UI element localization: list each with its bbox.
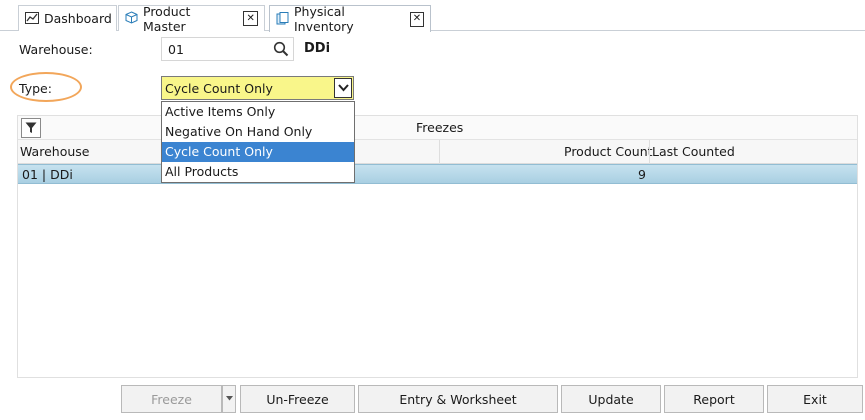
cube-icon <box>125 11 138 26</box>
cell-product-count: 9 <box>638 167 646 182</box>
grid-toolbar: Freezes <box>18 116 857 140</box>
freezes-grid: Freezes Warehouse Product Count Last Cou… <box>17 115 858 378</box>
table-row[interactable]: 01 | DDi 9 <box>18 164 857 184</box>
chevron-down-icon <box>225 394 233 404</box>
type-select-value: Cycle Count Only <box>165 80 273 96</box>
cell-warehouse: 01 | DDi <box>22 167 73 182</box>
column-separator <box>439 140 440 164</box>
freeze-dropdown-button[interactable] <box>222 385 236 413</box>
filter-icon[interactable] <box>21 118 41 138</box>
close-icon[interactable]: ✕ <box>243 11 258 26</box>
entry-worksheet-button[interactable]: Entry & Worksheet <box>358 385 558 413</box>
type-label: Type: <box>19 81 52 96</box>
freeze-button[interactable]: Freeze <box>121 385 222 413</box>
column-header-last-counted[interactable]: Last Counted <box>652 144 735 159</box>
column-header-product-count[interactable]: Product Count <box>564 144 653 159</box>
chevron-down-icon[interactable] <box>334 78 352 98</box>
dropdown-option-active-items-only[interactable]: Active Items Only <box>162 102 354 122</box>
search-icon[interactable] <box>269 37 293 61</box>
unfreeze-button[interactable]: Un-Freeze <box>240 385 355 413</box>
report-button[interactable]: Report <box>664 385 764 413</box>
dashboard-icon <box>25 11 39 26</box>
tab-label: Dashboard <box>44 11 112 26</box>
tab-label: Product Master <box>143 3 191 34</box>
warehouse-label: Warehouse: <box>19 42 93 57</box>
tab-dashboard[interactable]: Dashboard <box>18 5 117 31</box>
grid-title: Freezes <box>416 120 464 135</box>
dropdown-option-all-products[interactable]: All Products <box>162 162 354 182</box>
column-separator <box>649 140 650 164</box>
tab-physical-inventory[interactable]: Physical Inventory ✕ <box>269 4 431 34</box>
tab-product-master[interactable]: Product Master ✕ <box>118 3 265 34</box>
grid-header: Warehouse Product Count Last Counted <box>18 140 857 164</box>
dropdown-option-negative-on-hand-only[interactable]: Negative On Hand Only <box>162 122 354 142</box>
close-icon[interactable]: ✕ <box>409 11 424 27</box>
type-dropdown-list: Active Items Only Negative On Hand Only … <box>161 101 355 183</box>
exit-button[interactable]: Exit <box>767 385 863 413</box>
tab-strip: Dashboard Product Master ✕ Physical Inve… <box>0 0 865 34</box>
warehouse-value: 01 <box>168 41 184 57</box>
type-select[interactable]: Cycle Count Only <box>161 76 354 100</box>
update-button[interactable]: Update <box>561 385 661 413</box>
column-header-warehouse[interactable]: Warehouse <box>20 144 89 159</box>
dropdown-option-cycle-count-only[interactable]: Cycle Count Only <box>162 142 354 162</box>
warehouse-description: DDi <box>304 41 331 56</box>
tab-label: Physical Inventory <box>294 4 354 34</box>
document-icon <box>276 11 289 27</box>
